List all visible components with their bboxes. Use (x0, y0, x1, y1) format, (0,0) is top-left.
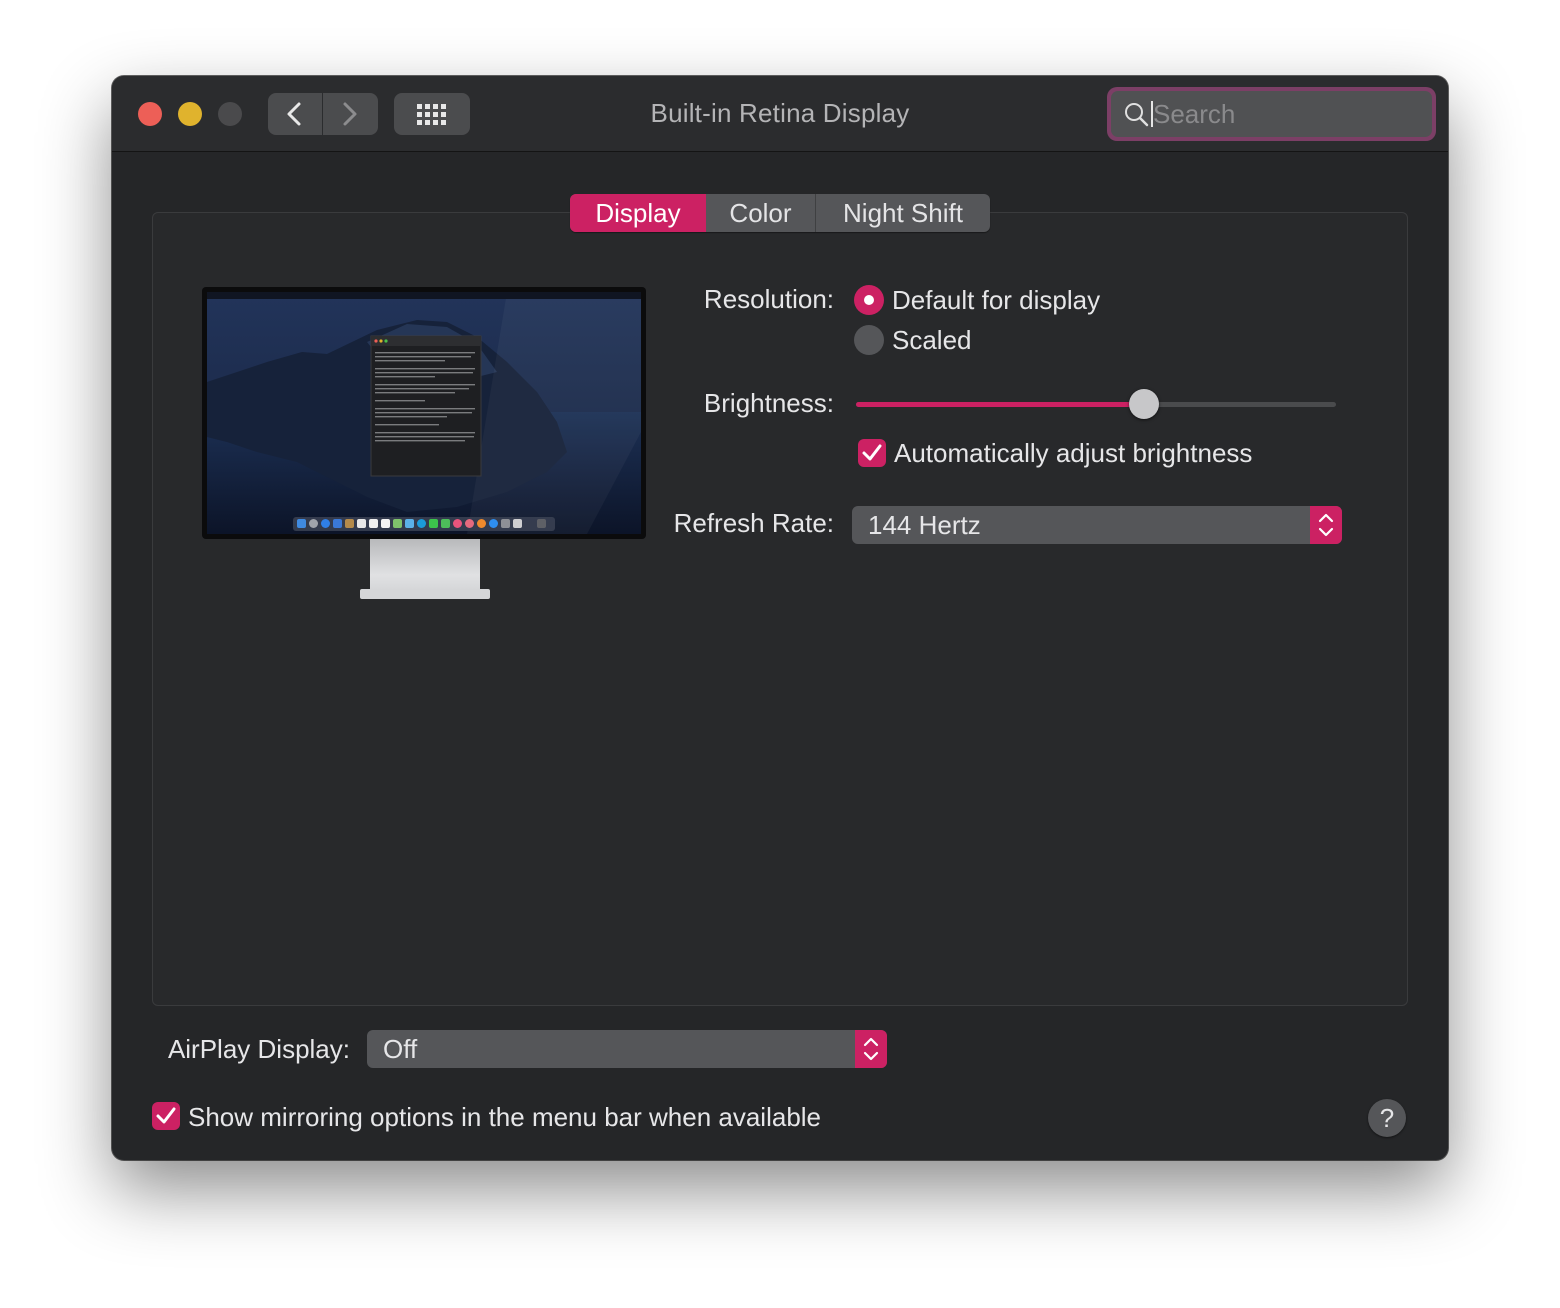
tab-bar: Display Color Night Shift (570, 194, 990, 232)
display-preview-image (202, 287, 646, 607)
up-down-chevron-icon (863, 1037, 879, 1061)
help-button[interactable]: ? (1368, 1099, 1406, 1137)
brightness-slider-fill (856, 402, 1144, 407)
airplay-display-label: AirPlay Display: (167, 1034, 350, 1064)
show-mirroring-checkbox[interactable] (152, 1102, 180, 1130)
title-bar: Built-in Retina Display (112, 76, 1448, 152)
radio-default-for-display[interactable] (854, 285, 884, 315)
brightness-slider-track[interactable] (856, 402, 1336, 407)
tab-display[interactable]: Display (570, 194, 706, 232)
auto-brightness-checkbox[interactable] (858, 439, 886, 467)
wallpaper-illustration (207, 292, 641, 534)
checkmark-icon (862, 444, 882, 461)
preferences-window: Built-in Retina Display Display Color Ni… (112, 76, 1448, 1160)
tab-night-shift[interactable]: Night Shift (816, 194, 990, 232)
radio-scaled-label[interactable]: Scaled (892, 325, 972, 356)
search-field[interactable] (1111, 91, 1432, 137)
brightness-label: Brightness: (703, 388, 834, 418)
search-input[interactable] (1153, 96, 1413, 132)
airplay-display-popup[interactable]: Off (367, 1030, 887, 1068)
up-down-chevron-icon (1318, 513, 1334, 537)
popup-arrows (855, 1030, 887, 1068)
auto-brightness-label[interactable]: Automatically adjust brightness (894, 438, 1252, 469)
radio-scaled[interactable] (854, 325, 884, 355)
radio-default-label[interactable]: Default for display (892, 285, 1100, 316)
popup-arrows (1310, 506, 1342, 544)
search-focus-ring (1107, 87, 1436, 141)
checkmark-icon (156, 1107, 176, 1124)
monitor-stand-base (360, 589, 490, 599)
monitor-bezel (202, 287, 646, 539)
brightness-slider-knob[interactable] (1129, 389, 1159, 419)
refresh-rate-label: Refresh Rate: (673, 508, 834, 538)
resolution-label: Resolution: (703, 284, 834, 314)
desktop-wallpaper-preview (207, 292, 641, 534)
show-mirroring-label[interactable]: Show mirroring options in the menu bar w… (188, 1102, 821, 1133)
search-icon (1125, 103, 1149, 127)
tab-color[interactable]: Color (706, 194, 816, 232)
refresh-rate-value: 144 Hertz (868, 510, 981, 540)
refresh-rate-popup[interactable]: 144 Hertz (852, 506, 1342, 544)
airplay-display-value: Off (383, 1034, 418, 1064)
